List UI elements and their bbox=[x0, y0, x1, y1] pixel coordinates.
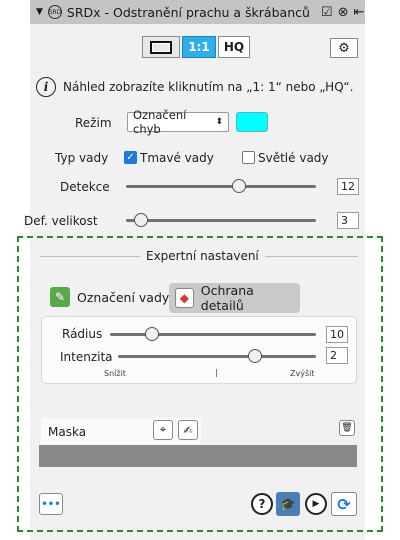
def-size-label: Def. velikost bbox=[24, 214, 98, 228]
mask-label: Maska bbox=[48, 425, 87, 439]
window-title: SRDx - Odstranění prachu a škrábanců bbox=[66, 4, 310, 20]
lasso-icon[interactable]: ⌖ bbox=[153, 420, 173, 440]
def-size-value-field[interactable]: 3 bbox=[337, 212, 359, 229]
preview-frame-button[interactable] bbox=[142, 36, 180, 58]
intensity-slider-thumb[interactable] bbox=[248, 349, 262, 363]
detection-track[interactable] bbox=[126, 185, 316, 188]
expert-highlight-frame bbox=[17, 236, 383, 532]
scale-mid-label: | bbox=[215, 368, 218, 377]
select-arrows-icon: ⬍ bbox=[215, 117, 223, 127]
toggle-check-icon[interactable]: ☑ bbox=[321, 5, 333, 20]
refresh-icon[interactable]: ⟳ bbox=[331, 492, 357, 516]
app-logo-icon: SRD bbox=[47, 5, 62, 19]
light-defects-checkbox[interactable] bbox=[242, 151, 255, 164]
settings-gear-icon[interactable]: ⚙ bbox=[330, 38, 358, 58]
radius-label: Rádius bbox=[62, 327, 103, 341]
mode-select[interactable]: Označení chyb ⬍ bbox=[127, 108, 229, 136]
graduation-cap-icon[interactable]: 🎓 bbox=[276, 492, 300, 516]
defect-type-label: Typ vady bbox=[55, 151, 109, 165]
tab-detail-protection[interactable]: ◆ Ochrana detailů bbox=[169, 283, 300, 313]
light-defects-label: Světlé vady bbox=[258, 151, 329, 165]
pen-mark-icon: ✎ bbox=[50, 287, 70, 307]
tab-mark-defects-label: Označení vady bbox=[77, 289, 170, 305]
intensity-value-field[interactable]: 2 bbox=[326, 347, 348, 364]
tab-detail-protection-label: Ochrana detailů bbox=[200, 283, 254, 313]
info-text: Náhled zobrazíte kliknutím na „1: 1“ neb… bbox=[63, 80, 354, 94]
detection-label: Detekce bbox=[60, 180, 110, 194]
eraser-icon: ◆ bbox=[175, 288, 194, 308]
scale-increase-label: Zvýšit bbox=[290, 369, 315, 378]
expert-header: Expertní nastavení bbox=[140, 249, 265, 263]
detection-value-field[interactable]: 12 bbox=[337, 178, 359, 195]
def-size-slider-thumb[interactable] bbox=[134, 213, 148, 227]
title-bar[interactable]: ▼ SRD SRDx - Odstranění prachu a škrában… bbox=[30, 0, 365, 24]
dark-defects-label: Tmavé vady bbox=[140, 151, 214, 165]
exit-icon[interactable]: ⇤ bbox=[353, 5, 364, 20]
radius-value-field[interactable]: 10 bbox=[326, 326, 348, 343]
mode-select-value: Označení chyb bbox=[133, 108, 187, 136]
collapse-arrow-icon[interactable]: ▼ bbox=[36, 7, 43, 17]
dark-defects-checkbox[interactable]: ✓ bbox=[124, 151, 137, 164]
info-icon: i bbox=[36, 77, 56, 97]
brush-icon[interactable]: ✍ bbox=[178, 420, 198, 440]
detection-slider-thumb[interactable] bbox=[232, 179, 246, 193]
radius-slider-thumb[interactable] bbox=[145, 327, 159, 341]
help-icon[interactable]: ? bbox=[251, 493, 273, 515]
preview-hq-button[interactable]: HQ bbox=[218, 36, 250, 58]
intensity-track[interactable] bbox=[118, 355, 316, 358]
scale-decrease-label: Snížit bbox=[104, 369, 126, 378]
intensity-label: Intenzita bbox=[60, 350, 113, 364]
color-swatch[interactable] bbox=[236, 112, 268, 132]
def-size-track[interactable] bbox=[126, 219, 316, 222]
more-options-button[interactable]: ••• bbox=[39, 493, 63, 515]
play-icon[interactable]: ▶ bbox=[305, 493, 327, 515]
mask-preview-bar bbox=[39, 445, 357, 467]
close-icon[interactable]: ⊗ bbox=[338, 5, 349, 20]
tab-mark-defects[interactable]: ✎ Označení vady bbox=[44, 284, 175, 310]
preview-1-1-button[interactable]: 1:1 bbox=[182, 36, 216, 58]
radius-track[interactable] bbox=[110, 333, 316, 336]
trash-icon[interactable]: 🗑 bbox=[339, 420, 355, 436]
mode-label: Režim bbox=[75, 116, 112, 130]
